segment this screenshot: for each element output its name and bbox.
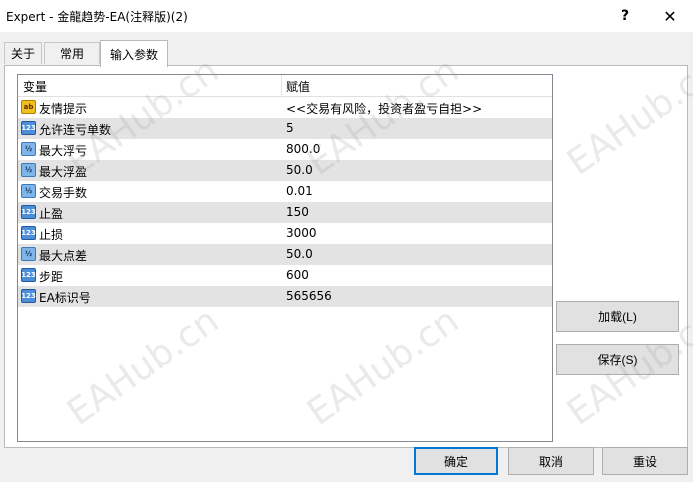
close-icon: ✕ [663, 6, 677, 26]
parameter-value[interactable]: 5 [286, 121, 294, 135]
parameter-name: 友情提示 [39, 102, 88, 116]
parameter-value[interactable]: <<交易有风险，投资者盈亏自担>> [286, 100, 482, 117]
table-row[interactable]: 123 允许连亏单数 5 [18, 118, 552, 139]
close-button[interactable]: ✕ [647, 0, 693, 32]
cancel-button[interactable]: 取消 [508, 447, 594, 475]
help-icon: ? [620, 8, 630, 24]
table-row[interactable]: ½ 交易手数 0.01 [18, 181, 552, 202]
integer-type-icon: 123 [21, 205, 36, 219]
column-header-variable[interactable]: 变量 [23, 78, 47, 95]
double-type-icon: ½ [21, 163, 36, 177]
table-row[interactable]: 123 止盈 150 [18, 202, 552, 223]
inputs-panel: 变量 赋值 ab 友情提示 <<交易有风险，投资者盈亏自担>> 123 允许连亏单数 5 ½… [4, 65, 688, 448]
save-button[interactable]: 保存(S) [556, 344, 679, 375]
integer-type-icon: 123 [21, 121, 36, 135]
tab-common[interactable]: 常用 [44, 42, 100, 64]
load-button[interactable]: 加载(L) [556, 301, 679, 332]
double-type-icon: ½ [21, 247, 36, 261]
parameter-value[interactable]: 800.0 [286, 142, 320, 156]
grid-rows: ab 友情提示 <<交易有风险，投资者盈亏自担>> 123 允许连亏单数 5 ½ 最大浮亏 80… [18, 97, 552, 307]
parameter-value[interactable]: 150 [286, 205, 309, 219]
tab-inputs[interactable]: 输入参数 [100, 40, 168, 67]
string-type-icon: ab [21, 100, 36, 114]
table-row[interactable]: ab 友情提示 <<交易有风险，投资者盈亏自担>> [18, 97, 552, 118]
table-row[interactable]: ½ 最大点差 50.0 [18, 244, 552, 265]
help-button[interactable]: ? [602, 0, 648, 32]
table-row[interactable]: 123 止损 3000 [18, 223, 552, 244]
tab-about[interactable]: 关于 [4, 42, 42, 64]
integer-type-icon: 123 [21, 268, 36, 282]
parameter-name: EA标识号 [39, 291, 91, 305]
double-type-icon: ½ [21, 184, 36, 198]
parameter-name: 最大浮盈 [39, 165, 88, 179]
parameter-value[interactable]: 565656 [286, 289, 332, 303]
parameter-name: 步距 [39, 270, 64, 284]
parameter-name: 交易手数 [39, 186, 88, 200]
parameter-value[interactable]: 0.01 [286, 184, 313, 198]
integer-type-icon: 123 [21, 226, 36, 240]
parameter-value[interactable]: 600 [286, 268, 309, 282]
parameter-name: 最大点差 [39, 249, 88, 263]
parameter-name: 止损 [39, 228, 64, 242]
integer-type-icon: 123 [21, 289, 36, 303]
table-row[interactable]: 123 EA标识号 565656 [18, 286, 552, 307]
grid-header: 变量 赋值 [18, 75, 552, 97]
reset-button[interactable]: 重设 [602, 447, 688, 475]
parameter-name: 最大浮亏 [39, 144, 88, 158]
parameter-name: 止盈 [39, 207, 64, 221]
parameter-value[interactable]: 50.0 [286, 247, 313, 261]
double-type-icon: ½ [21, 142, 36, 156]
title-bar: Expert - 金龍趋势-EA(注释版)(2) ? ✕ [0, 0, 693, 32]
parameter-grid: 变量 赋值 ab 友情提示 <<交易有风险，投资者盈亏自担>> 123 允许连亏单数 5 ½… [17, 74, 553, 442]
parameter-value[interactable]: 3000 [286, 226, 317, 240]
table-row[interactable]: ½ 最大浮盈 50.0 [18, 160, 552, 181]
column-header-value[interactable]: 赋值 [286, 78, 310, 95]
column-divider[interactable] [281, 75, 282, 96]
ok-button[interactable]: 确定 [414, 447, 498, 475]
table-row[interactable]: 123 步距 600 [18, 265, 552, 286]
table-row[interactable]: ½ 最大浮亏 800.0 [18, 139, 552, 160]
parameter-name: 允许连亏单数 [39, 123, 112, 137]
window-title: Expert - 金龍趋势-EA(注释版)(2) [6, 10, 188, 24]
parameter-value[interactable]: 50.0 [286, 163, 313, 177]
